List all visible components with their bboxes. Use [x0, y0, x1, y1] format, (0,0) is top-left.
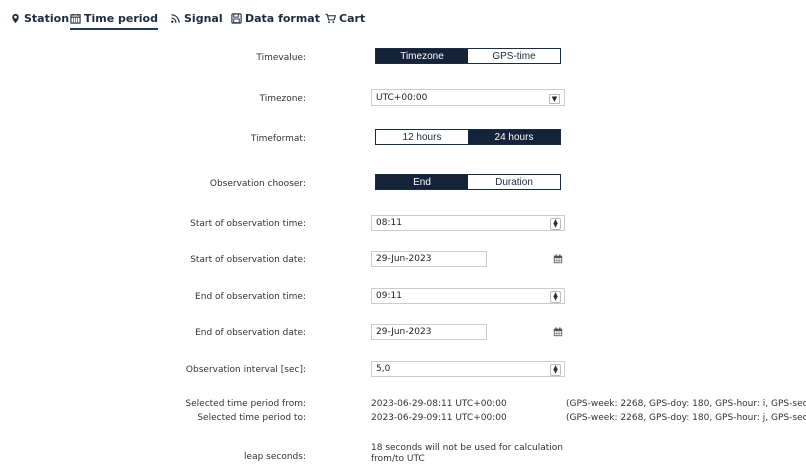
- spinner-arrows-icon[interactable]: ▲ ▼: [550, 364, 561, 376]
- start-time-label: Start of observation time:: [190, 219, 306, 229]
- timezone-label: Timezone:: [259, 94, 306, 104]
- tab-data-format[interactable]: Data format: [231, 9, 320, 27]
- end-time-input[interactable]: 09:11 ▲ ▼: [371, 288, 565, 304]
- tab-time-period[interactable]: Time period: [70, 9, 158, 30]
- timezone-value: UTC+00:00: [376, 92, 428, 103]
- start-date-input[interactable]: 29-Jun-2023: [371, 251, 487, 267]
- leap-seconds-label: leap seconds:: [244, 452, 306, 462]
- leap-seconds-line1: 18 seconds will not be used for calculat…: [371, 443, 564, 453]
- timevalue-label: Timevalue:: [256, 53, 306, 63]
- start-time-input[interactable]: 08:11 ▲ ▼: [371, 215, 565, 231]
- end-date-label: End of observation date:: [195, 328, 306, 338]
- period-from-gps: (GPS-week: 2268, GPS-doy: 180, GPS-hour:…: [566, 399, 806, 409]
- signal-icon: [171, 13, 180, 23]
- tab-signal[interactable]: Signal: [170, 9, 223, 27]
- interval-value: 5,0: [376, 364, 391, 374]
- period-to-value: 2023-06-29-09:11 UTC+00:00: [371, 413, 507, 423]
- timevalue-option-timezone[interactable]: Timezone: [376, 49, 468, 63]
- tab-cart-label: Cart: [339, 11, 366, 25]
- end-date-value: 29-Jun-2023: [376, 327, 432, 337]
- tab-data-format-label: Data format: [245, 11, 320, 25]
- calendar-icon: [70, 13, 81, 24]
- chevron-down-icon[interactable]: ▼: [549, 94, 560, 104]
- observation-option-duration[interactable]: Duration: [468, 175, 560, 189]
- timezone-select[interactable]: UTC+00:00 ▼: [371, 89, 565, 106]
- tab-station[interactable]: Station: [10, 9, 69, 27]
- tab-bar: Station Time period Signal Data format C…: [0, 0, 806, 32]
- tab-time-period-label: Time period: [84, 11, 158, 25]
- end-time-label: End of observation time:: [195, 292, 306, 302]
- start-date-label: Start of observation date:: [190, 255, 306, 265]
- interval-input[interactable]: 5,0 ▲ ▼: [371, 361, 565, 377]
- start-date-value: 29-Jun-2023: [376, 254, 432, 264]
- cart-icon: [325, 13, 336, 23]
- end-date-input[interactable]: 29-Jun-2023: [371, 324, 487, 340]
- timeformat-toggle: 12 hours 24 hours: [375, 129, 561, 145]
- timevalue-option-gps-time[interactable]: GPS-time: [468, 49, 560, 63]
- tab-station-label: Station: [24, 11, 70, 25]
- interval-label: Observation interval [sec]:: [185, 365, 306, 375]
- save-icon: [231, 12, 242, 24]
- observation-chooser-toggle: End Duration: [375, 174, 561, 190]
- tab-signal-label: Signal: [184, 11, 223, 25]
- end-time-value: 09:11: [376, 291, 402, 301]
- leap-seconds-line2: from/to UTC: [371, 454, 425, 464]
- period-to-label: Selected time period to:: [197, 413, 306, 423]
- observation-option-end[interactable]: End: [376, 175, 468, 189]
- timevalue-toggle: Timezone GPS-time: [375, 48, 561, 64]
- spinner-arrows-icon[interactable]: ▲ ▼: [550, 291, 561, 303]
- period-from-label: Selected time period from:: [185, 399, 306, 409]
- observation-chooser-label: Observation chooser:: [209, 179, 306, 189]
- start-time-value: 08:11: [376, 218, 402, 228]
- timeformat-option-12h[interactable]: 12 hours: [376, 130, 468, 144]
- tab-cart[interactable]: Cart: [325, 9, 365, 27]
- period-from-value: 2023-06-29-08:11 UTC+00:00: [371, 399, 507, 409]
- period-to-gps: (GPS-week: 2268, GPS-doy: 180, GPS-hour:…: [566, 413, 806, 423]
- spinner-arrows-icon[interactable]: ▲ ▼: [550, 218, 561, 230]
- calendar-icon[interactable]: [553, 254, 563, 264]
- timeformat-label: Timeformat:: [250, 134, 306, 144]
- calendar-icon[interactable]: [553, 327, 563, 337]
- timeformat-option-24h[interactable]: 24 hours: [468, 130, 560, 144]
- map-marker-icon: [12, 13, 19, 23]
